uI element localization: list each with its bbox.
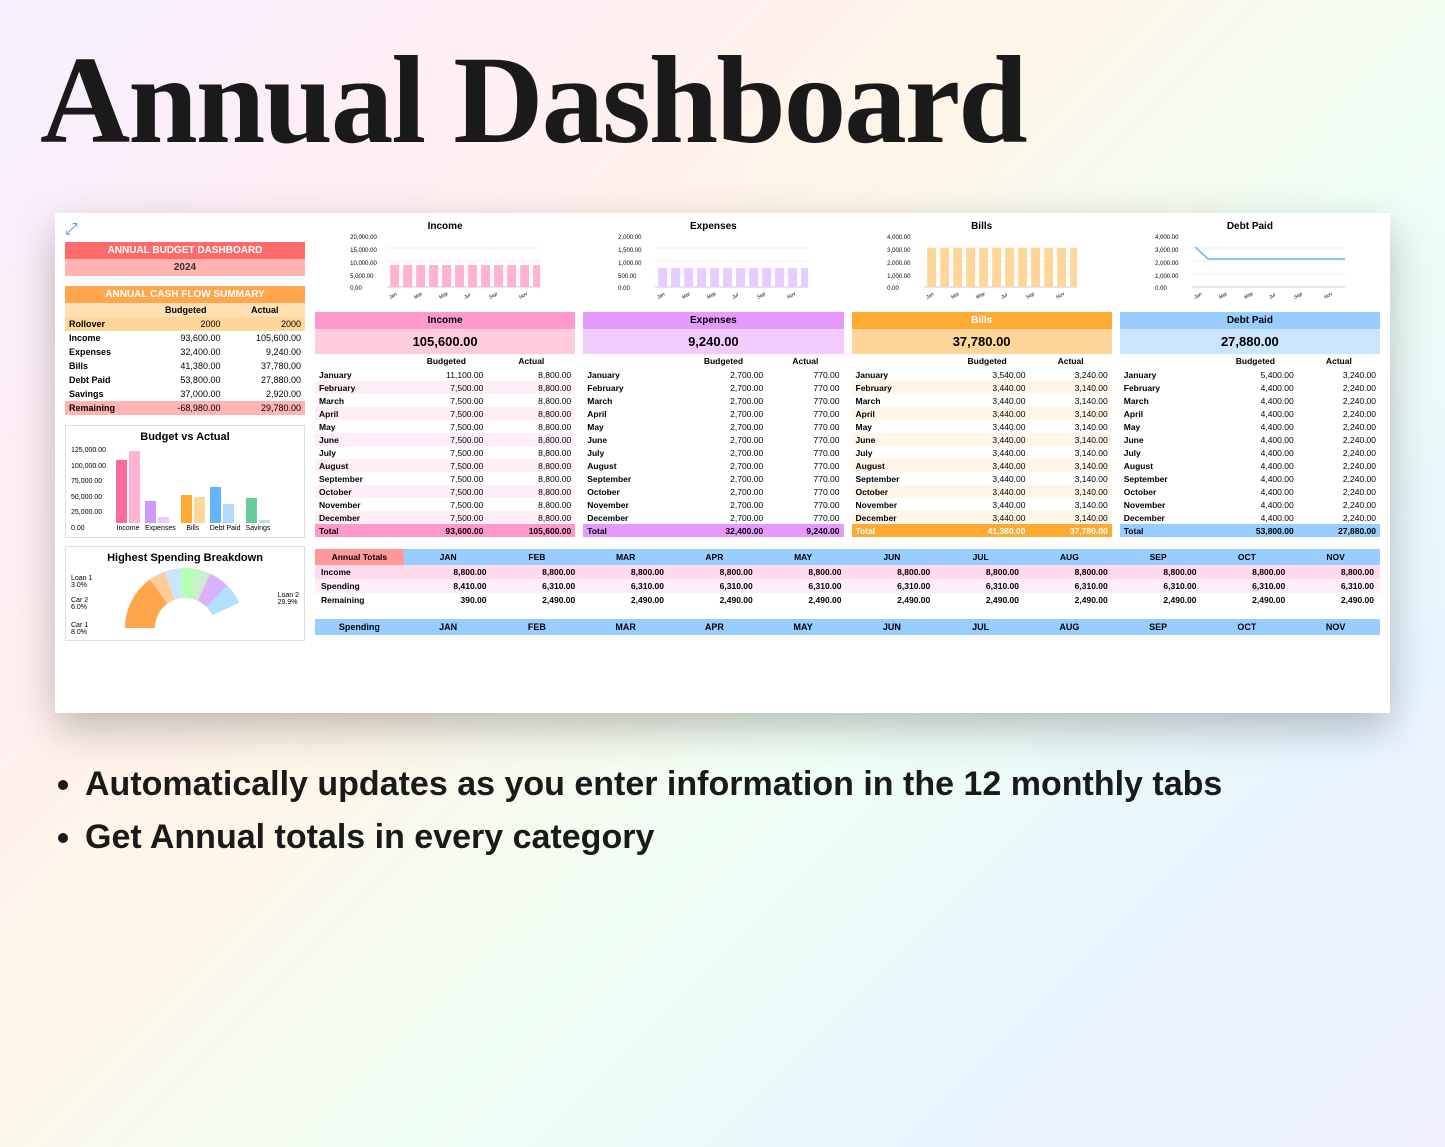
annual-row-income: Income8,800.008,800.008,800.008,800.008,… [315,565,1380,579]
svg-text:10,000.00: 10,000.00 [350,261,377,267]
annual-row-remaining: Remaining390.002,490.002,490.002,490.002… [315,593,1380,607]
bullet-item: Get Annual totals in every category [85,816,1360,859]
svg-text:15,000.00: 15,000.00 [350,248,377,254]
debt-section: Debt Paid 27,880.00 BudgetedActual Janua… [1120,312,1380,537]
feature-bullets: Automatically updates as you enter infor… [0,733,1445,858]
income-section: Income 105,600.00 BudgetedActual January… [315,312,575,537]
svg-text:Sep: Sep [756,291,767,301]
bullet-item: Automatically updates as you enter infor… [85,763,1360,806]
bills-section: Bills 37,780.00 BudgetedActual January3,… [852,312,1112,537]
svg-text:Jul: Jul [1267,292,1277,301]
svg-text:May: May [438,291,450,301]
svg-text:Nov: Nov [1055,291,1066,301]
bills-mini-chart: Bills 4,000.003,000.002,000.001,000.000.… [852,221,1112,304]
dashboard-screenshot: ⤢ ANNUAL BUDGET DASHBOARD 2024 ANNUAL CA… [55,213,1390,713]
svg-text:Nov: Nov [518,291,529,301]
budget-vs-actual-chart: Budget vs Actual 125,000.00100,000.0075,… [65,425,305,538]
svg-text:May: May [706,291,718,301]
svg-text:Mar: Mar [950,291,961,301]
expenses-table: BudgetedActual January2,700.00770.00Febr… [583,354,843,537]
spending-breakdown-chart: Highest Spending Breakdown Loan 13.0% Ca… [65,546,305,641]
svg-text:Mar: Mar [1218,291,1229,301]
svg-text:1,000.00: 1,000.00 [1155,274,1179,280]
svg-text:3,000.00: 3,000.00 [1155,248,1179,254]
annual-row-spending: Spending8,410.006,310.006,310.006,310.00… [315,579,1380,593]
mini-charts-row: Income 20,000.0015,000.0010,000.005,000.… [315,221,1380,304]
svg-text:Jul: Jul [731,292,741,301]
svg-text:2,000.00: 2,000.00 [887,261,911,267]
expand-icon: ⤢ [65,221,78,239]
svg-text:Jul: Jul [462,292,472,301]
dashboard-year: 2024 [65,259,305,276]
svg-text:Sep: Sep [1293,291,1304,301]
expenses-mini-chart: Expenses 2,000.001,500.001,000.00500.000… [583,221,843,304]
page-title: Annual Dashboard [0,0,1445,193]
svg-text:1,000.00: 1,000.00 [618,261,642,267]
annual-totals-table: Annual Totals JANFEBMARAPRMAYJUNJULAUGSE… [315,549,1380,607]
svg-text:Mar: Mar [413,291,424,301]
debt-table: BudgetedActual January5,400.003,240.00Fe… [1120,354,1380,537]
svg-text:3,000.00: 3,000.00 [887,248,911,254]
income-mini-chart: Income 20,000.0015,000.0010,000.005,000.… [315,221,575,304]
svg-text:Jan: Jan [924,291,935,301]
svg-text:Sep: Sep [1025,291,1036,301]
svg-text:Jan: Jan [387,291,398,301]
svg-text:May: May [1243,291,1255,301]
svg-text:5,000.00: 5,000.00 [350,274,374,280]
spending-header: SpendingJANFEBMARAPRMAYJUNJULAUGSEPOCTNO… [315,619,1380,635]
svg-text:0.00: 0.00 [887,286,899,292]
svg-text:Jan: Jan [656,291,667,301]
svg-text:Mar: Mar [681,291,692,301]
svg-text:Nov: Nov [1323,291,1334,301]
svg-text:1,500.00: 1,500.00 [618,248,642,254]
svg-text:2,000.00: 2,000.00 [618,235,642,241]
debt-mini-chart: Debt Paid 4,000.003,000.002,000.001,000.… [1120,221,1380,304]
svg-text:20,000.00: 20,000.00 [350,235,377,241]
svg-text:Sep: Sep [488,291,499,301]
svg-text:Jul: Jul [999,292,1009,301]
svg-text:0.00: 0.00 [618,286,630,292]
svg-text:500.00: 500.00 [618,274,637,280]
expenses-section: Expenses 9,240.00 BudgetedActual January… [583,312,843,537]
svg-text:Nov: Nov [786,291,797,301]
cashflow-table: BudgetedActual Rollover20002000 Income93… [65,303,305,415]
svg-text:4,000.00: 4,000.00 [1155,235,1179,241]
income-table: BudgetedActual January11,100.008,800.00F… [315,354,575,537]
svg-text:2,000.00: 2,000.00 [1155,261,1179,267]
svg-text:Jan: Jan [1192,291,1203,301]
bills-table: BudgetedActual January3,540.003,240.00Fe… [852,354,1112,537]
svg-text:0.00: 0.00 [1155,286,1167,292]
svg-text:1,000.00: 1,000.00 [887,274,911,280]
dashboard-title: ANNUAL BUDGET DASHBOARD [65,242,305,259]
cashflow-title: ANNUAL CASH FLOW SUMMARY [65,286,305,303]
svg-text:May: May [975,291,987,301]
svg-text:4,000.00: 4,000.00 [887,235,911,241]
svg-text:0.00: 0.00 [350,286,362,292]
